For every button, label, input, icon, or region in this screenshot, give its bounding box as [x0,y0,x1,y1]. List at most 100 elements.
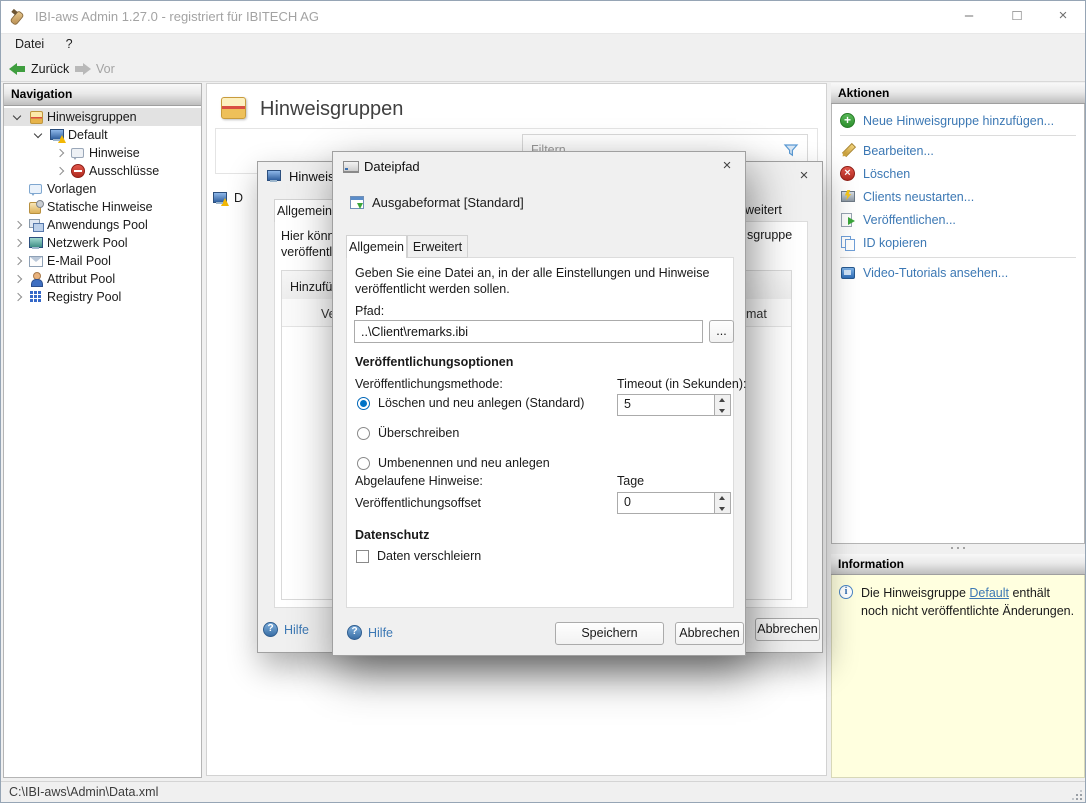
offset-value: 0 [624,495,631,509]
front-cancel-button[interactable]: Abbrechen [675,622,744,645]
menu-help[interactable]: ? [57,34,82,54]
actions-list: Neue Hinweisgruppe hinzufügen... Bearbeit… [831,104,1085,544]
browse-button[interactable]: ... [709,320,734,343]
chevron-expanded-icon[interactable] [10,110,25,125]
bg-help-label: Hilfe [284,623,309,637]
nav-item-hinweisgruppen[interactable]: Hinweisgruppen [4,108,201,126]
help-icon [347,625,363,641]
offset-stepper[interactable]: 0 [617,492,731,514]
hinweisgruppe-close-icon[interactable]: × [794,166,814,186]
action-clients-neustarten[interactable]: Clients neustarten... [832,185,1084,208]
nav-item-label: Default [68,128,108,142]
registry-pool-icon [28,289,44,305]
action-label: Video-Tutorials ansehen... [863,266,1008,280]
method-option-löschen-und-neu-anlegen-standard[interactable]: Löschen und neu anlegen (Standard) [357,396,584,410]
dateipfad-close-icon[interactable]: × [717,156,737,176]
chevron-expanded-icon[interactable] [31,128,46,143]
action-veröffentlichen[interactable]: Veröffentlichen... [832,208,1084,231]
path-input[interactable] [355,325,702,339]
attribute-pool-icon [28,271,44,287]
menu-bar: Datei ? [1,34,1085,57]
speech-bubble-icon [70,145,86,161]
action-id-kopieren[interactable]: ID kopieren [832,231,1084,254]
bg-column-fragment-right: mat [746,307,767,321]
tab-erweitert[interactable]: Erweitert [407,235,468,258]
obfuscate-data-row: Daten verschleiern [356,549,481,563]
action-neue-hinweisgruppe-hinzufügen[interactable]: Neue Hinweisgruppe hinzufügen... [832,109,1084,132]
copy-id-icon [840,235,856,251]
bg-tab-allgemein[interactable]: Allgemein [274,199,335,222]
help-icon [263,622,279,638]
days-label: Tage [617,474,644,488]
method-option-label: Löschen und neu anlegen (Standard) [378,396,584,410]
front-help-link[interactable]: Hilfe [347,625,393,641]
dateipfad-dialog-titlebar: Dateipfad × [333,152,745,181]
timeout-stepper[interactable]: 5 [617,394,731,416]
dialog-subject-label: Ausgabeformat [Standard] [372,195,524,210]
app-window: IBI-aws Admin 1.27.0 - registriert für I… [0,0,1086,803]
back-button[interactable]: Zurück [9,59,69,79]
chevron-collapsed-icon[interactable] [10,236,25,251]
chevron-collapsed-icon[interactable] [10,254,25,269]
radio-unselected-icon[interactable] [357,427,370,440]
command-bar: Zurück Vor [1,57,1085,82]
app-pool-icon [28,217,44,233]
bg-help-link[interactable]: Hilfe [263,622,309,638]
drive-icon [343,158,359,174]
monitor-warning-icon [212,190,228,206]
filter-funnel-icon[interactable] [783,142,799,158]
list-item[interactable]: D [212,190,243,206]
nav-item-ausschlüsse[interactable]: Ausschlüsse [4,162,201,180]
radio-selected-icon[interactable] [357,397,370,410]
timeout-down-icon[interactable] [715,405,730,415]
method-option-überschreiben[interactable]: Überschreiben [357,426,584,440]
nav-item-attribut-pool[interactable]: Attribut Pool [4,270,201,288]
chevron-collapsed-icon[interactable] [10,290,25,305]
chevron-collapsed-icon[interactable] [10,272,25,287]
action-label: Veröffentlichen... [863,213,956,227]
nav-item-e-mail-pool[interactable]: E-Mail Pool [4,252,201,270]
chevron-collapsed-icon[interactable] [10,218,25,233]
instruction-text: Geben Sie eine Datei an, in der alle Ein… [355,265,725,298]
splitter-handle[interactable] [831,544,1085,554]
bg-tab-erweitert-fragment[interactable]: weitert [745,203,782,217]
save-button[interactable]: Speichern [555,622,664,645]
nav-item-registry-pool[interactable]: Registry Pool [4,288,201,306]
nav-item-default[interactable]: Default [4,126,201,144]
monitor-warning-icon [49,127,65,143]
default-group-link[interactable]: Default [969,586,1009,600]
action-label: Löschen [863,167,910,181]
chevron-collapsed-icon[interactable] [52,164,67,179]
forward-button[interactable]: Vor [74,59,115,79]
actions-separator [840,257,1076,258]
resize-grip[interactable] [1080,798,1082,800]
method-option-label: Überschreiben [378,426,459,440]
action-löschen[interactable]: Löschen [832,162,1084,185]
bg-cancel-button[interactable]: Abbrechen [755,618,820,641]
tab-allgemein[interactable]: Allgemein [346,235,407,258]
obfuscate-data-checkbox[interactable] [356,550,369,563]
close-button[interactable]: × [1046,1,1080,31]
delete-icon [840,166,856,182]
offset-down-icon[interactable] [715,503,730,513]
maximize-button[interactable]: □ [1000,1,1034,31]
action-video-tutorials-ansehen[interactable]: Video-Tutorials ansehen... [832,261,1084,284]
chevron-collapsed-icon[interactable] [52,146,67,161]
back-arrow-icon [9,63,26,75]
nav-item-netzwerk-pool[interactable]: Netzwerk Pool [4,234,201,252]
menu-datei[interactable]: Datei [6,34,53,54]
page-title: Hinweisgruppen [260,98,403,121]
chevron-spacer [10,182,25,197]
forward-arrow-icon [74,63,91,75]
radio-unselected-icon[interactable] [357,457,370,470]
minimize-button[interactable]: – [952,1,986,31]
notice-groups-large-icon [220,95,247,120]
nav-item-anwendungs-pool[interactable]: Anwendungs Pool [4,216,201,234]
network-pool-icon [28,235,44,251]
method-option-umbenennen-und-neu-anlegen[interactable]: Umbenennen und neu anlegen [357,456,584,470]
method-radio-group: Löschen und neu anlegen (Standard) Übersc… [357,396,584,470]
nav-item-statische-hinweise[interactable]: Statische Hinweise [4,198,201,216]
nav-item-vorlagen[interactable]: Vorlagen [4,180,201,198]
nav-item-hinweise[interactable]: Hinweise [4,144,201,162]
action-bearbeiten[interactable]: Bearbeiten... [832,139,1084,162]
